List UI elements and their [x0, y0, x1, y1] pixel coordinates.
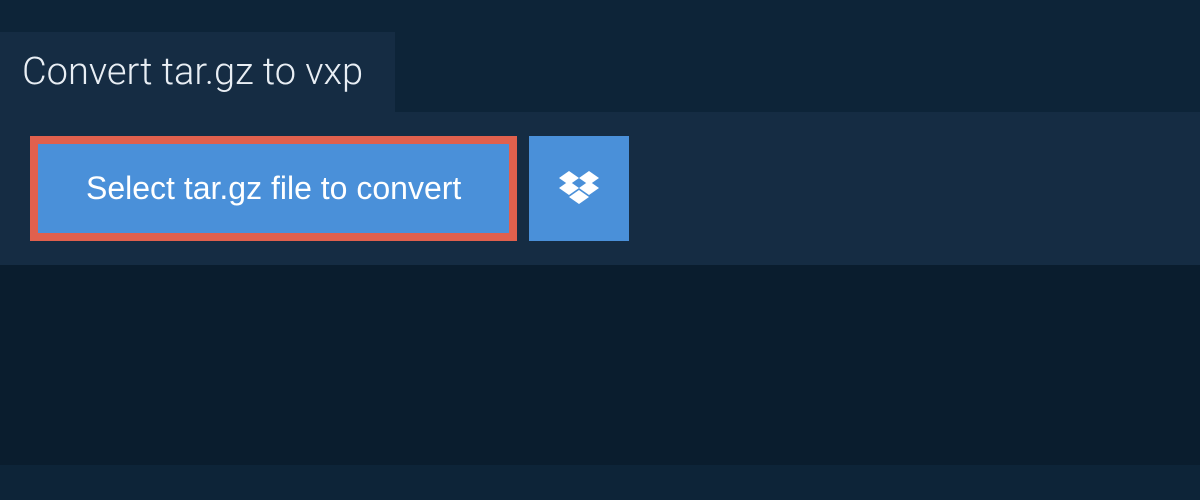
tab-header: Convert tar.gz to vxp	[0, 32, 395, 112]
dropbox-icon	[559, 171, 599, 207]
select-file-label: Select tar.gz file to convert	[86, 170, 461, 207]
lower-region	[0, 265, 1200, 465]
button-group: Select tar.gz file to convert	[30, 136, 629, 241]
select-file-button[interactable]: Select tar.gz file to convert	[30, 136, 517, 241]
content-panel: Select tar.gz file to convert	[0, 112, 1200, 265]
dropbox-button[interactable]	[529, 136, 629, 241]
page-title: Convert tar.gz to vxp	[22, 50, 363, 94]
